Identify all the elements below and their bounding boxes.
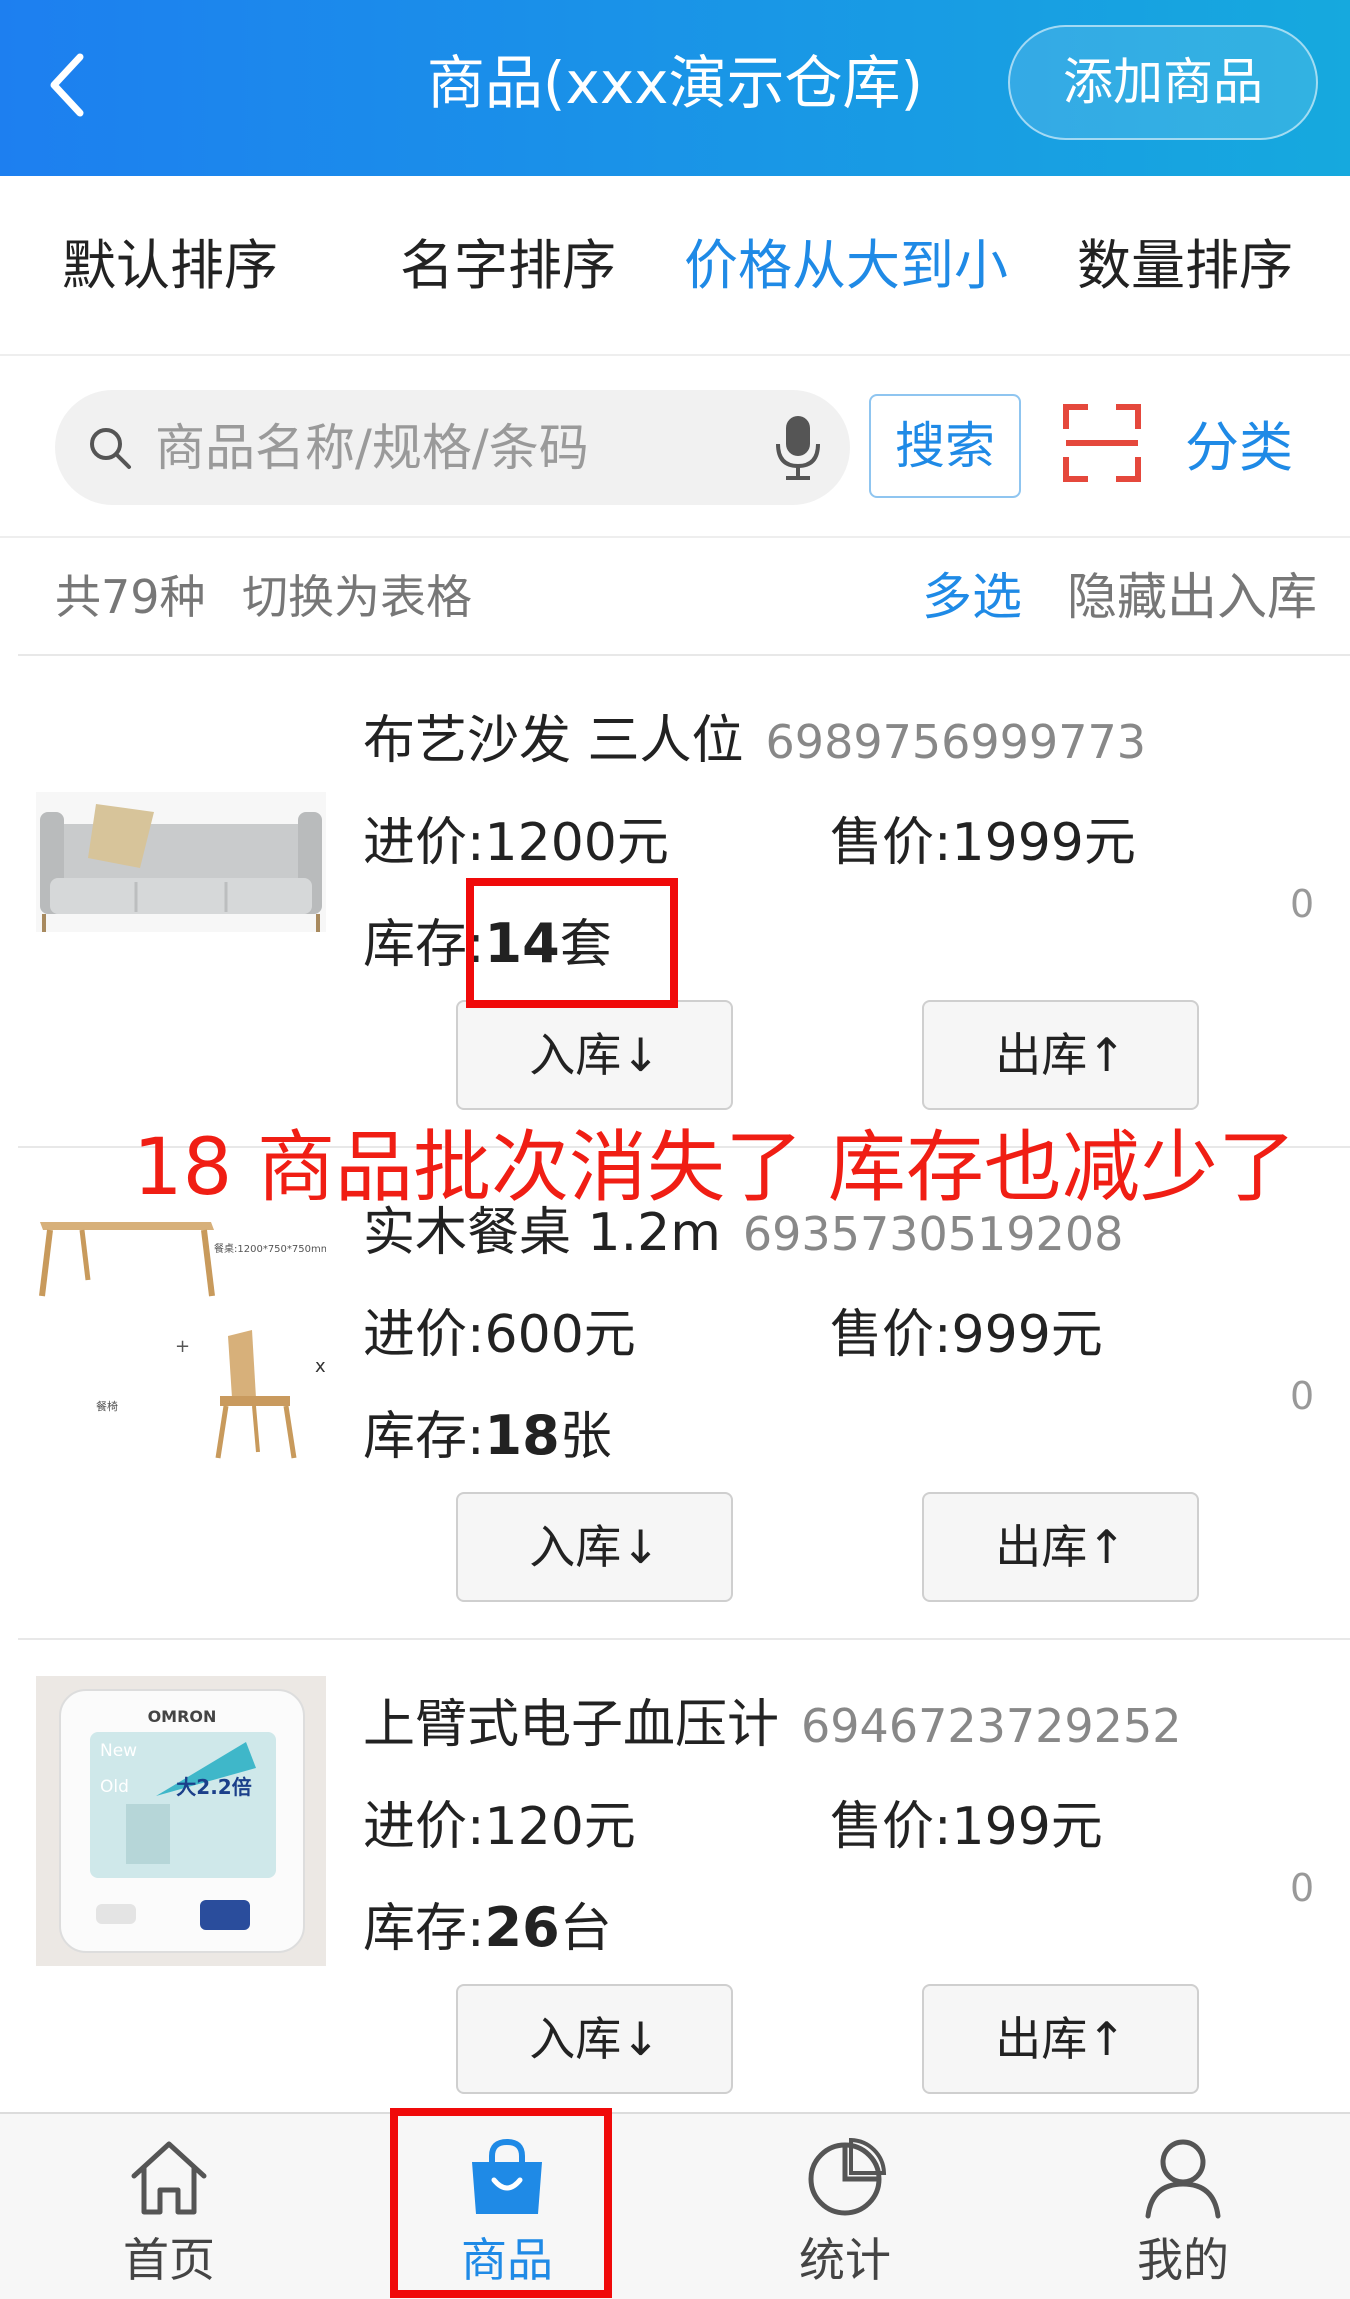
nav-me[interactable]: 我的 [1014,2114,1350,2299]
stock-out-button[interactable]: 出库↑ [922,1000,1199,1110]
sort-by-name[interactable]: 名字排序 [400,176,616,356]
pending-count: 0 [1290,1866,1315,1910]
product-card[interactable]: 布艺沙发 三人位 6989756999773 进价:1200元 售价:1999元 … [18,654,1350,1146]
image-spec-text: 餐桌:1200*750*750mm [214,1242,326,1255]
bottom-nav: 首页 商品 统计 我的 [0,2112,1350,2299]
stock-label: 库存: [363,1899,485,1959]
stock: 库存:26台 [363,1886,612,1961]
price-label: 售价: [830,1305,952,1365]
price-label: 售价: [830,1797,952,1857]
sort-by-price-desc[interactable]: 价格从大到小 [684,176,1008,356]
image-brand-text: OMRON [148,1707,217,1726]
stock-in-button[interactable]: 入库↓ [456,1492,733,1602]
stock-unit: 张 [559,1407,612,1467]
sale-price: 售价:1999元 [830,800,1136,875]
price-value: 999元 [951,1305,1103,1365]
product-barcode: 6946723729252 [801,1699,1182,1753]
cost-price: 进价:600元 [363,1292,636,1367]
toggle-table-link[interactable]: 切换为表格 [242,538,472,656]
stock-out-button[interactable]: 出库↑ [922,1984,1199,2094]
price-label: 售价: [830,813,952,873]
image-new-text: New [100,1741,137,1761]
stock-in-button[interactable]: 入库↓ [456,1984,733,2094]
search-button[interactable]: 搜索 [869,394,1021,498]
cost-value: 1200元 [484,813,669,873]
image-plus-text: + [175,1336,190,1357]
scan-icon[interactable] [1062,403,1142,483]
search-row: 搜索 分类 [0,358,1350,538]
cost-label: 进价: [363,813,485,873]
product-card[interactable]: OMRON New Old 大2.2倍 上臂式电子血压计 694672372925… [18,1638,1350,2130]
price-value: 199元 [951,1797,1103,1857]
product-name: 上臂式电子血压计 6946723729252 [363,1682,1181,1757]
image-chair-text: 餐椅 [96,1399,118,1413]
category-button[interactable]: 分类 [1185,358,1293,538]
stock-value: 18 [484,1404,560,1467]
nav-stats-label: 统计 [799,2233,891,2287]
pie-chart-icon [808,2137,887,2216]
multi-select-button[interactable]: 多选 [922,538,1022,656]
hide-io-button[interactable]: 隐藏出入库 [1067,538,1317,656]
app-header: 商品(xxx演示仓库) 添加商品 [0,0,1350,176]
cost-value: 120元 [484,1797,636,1857]
sale-price: 售价:199元 [830,1784,1103,1859]
nav-highlight-box [390,2108,612,2298]
product-name: 布艺沙发 三人位 6989756999773 [363,698,1146,773]
stock-value: 26 [484,1896,560,1959]
user-icon [1145,2139,1221,2219]
stock-out-button[interactable]: 出库↑ [922,1492,1199,1602]
nav-stats[interactable]: 统计 [676,2114,1014,2299]
product-image-dining-set: 餐桌:1200*750*750mm + x 餐椅 [36,1184,326,1474]
cost-price: 进价:1200元 [363,800,669,875]
product-name-text: 上臂式电子血压计 [363,1695,780,1755]
stock-unit: 台 [559,1899,612,1959]
image-x-text: x [315,1356,326,1377]
nav-me-label: 我的 [1137,2233,1229,2287]
info-row: 共79种 切换为表格 多选 隐藏出入库 [0,538,1350,656]
image-old-text: Old [100,1777,129,1797]
cost-label: 进价: [363,1797,485,1857]
image-magnify-text: 大2.2倍 [176,1775,251,1799]
stock-highlight-box [466,878,678,1008]
search-box[interactable] [55,390,850,505]
product-image-sofa [36,692,326,982]
stock-label: 库存: [363,1407,485,1467]
product-name-text: 布艺沙发 三人位 [363,711,744,771]
stock-in-button[interactable]: 入库↓ [456,1000,733,1110]
product-card[interactable]: 餐桌:1200*750*750mm + x 餐椅 实木餐桌 1.2m 693573… [18,1146,1350,1638]
search-icon [90,428,131,469]
cost-label: 进价: [363,1305,485,1365]
sort-bar: 默认排序 名字排序 价格从大到小 数量排序 [0,176,1350,356]
product-count: 共79种 [55,570,206,624]
sort-by-quantity[interactable]: 数量排序 [1077,176,1293,356]
cost-value: 600元 [484,1305,636,1365]
product-image-bp-monitor: OMRON New Old 大2.2倍 [36,1676,326,1966]
nav-home-label: 首页 [123,2233,215,2287]
sale-price: 售价:999元 [830,1292,1103,1367]
home-icon [131,2141,207,2215]
nav-home[interactable]: 首页 [0,2114,338,2299]
price-value: 1999元 [951,813,1136,873]
annotation-text: 18 商品批次消失了 库存也减少了 [133,1123,1296,1213]
add-product-button[interactable]: 添加商品 [1008,25,1318,140]
cost-price: 进价:120元 [363,1784,636,1859]
microphone-icon[interactable] [768,412,828,482]
search-input[interactable] [155,390,775,505]
pending-count: 0 [1290,882,1315,926]
product-barcode: 6989756999773 [765,715,1146,769]
stock: 库存:18张 [363,1394,612,1469]
pending-count: 0 [1290,1374,1315,1418]
sort-default[interactable]: 默认排序 [62,176,278,356]
